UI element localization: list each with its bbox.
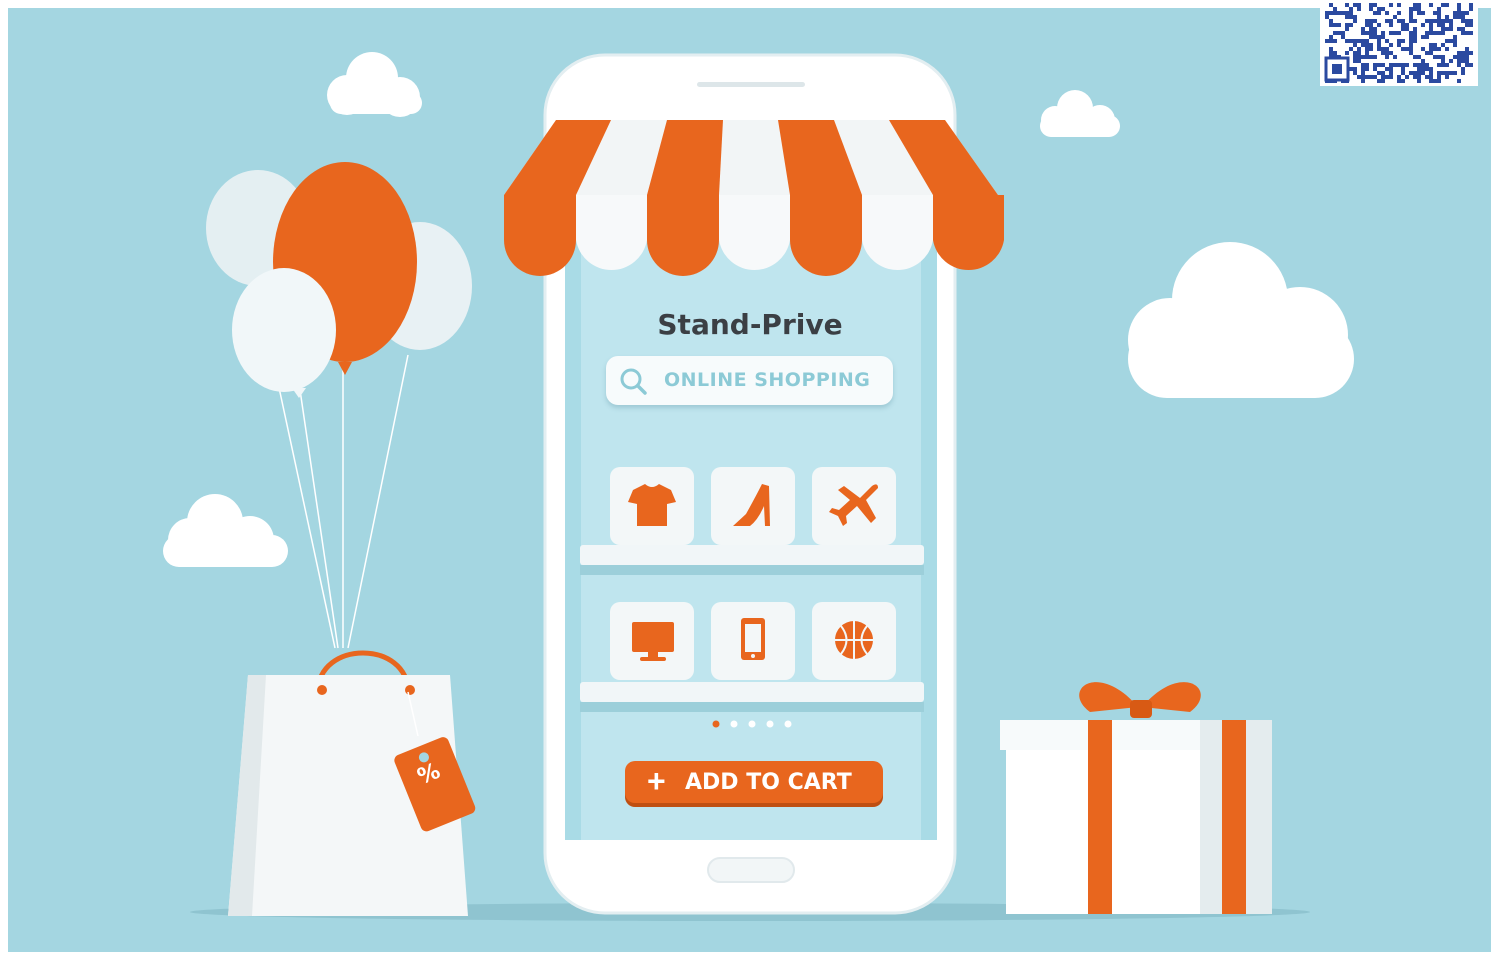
category-tile-phone[interactable] (711, 602, 795, 680)
carousel-dot[interactable] (748, 720, 756, 728)
carousel-dot[interactable] (784, 720, 792, 728)
category-tile-shoe[interactable] (711, 467, 795, 545)
plus-icon: + (647, 763, 666, 799)
add-to-cart-button[interactable]: + ADD TO CART (625, 761, 883, 803)
category-tile-sports[interactable] (812, 602, 896, 680)
shopping-scene (8, 8, 1491, 952)
store-brand-name: Stand-Prive (657, 308, 843, 341)
category-tile-tshirt[interactable] (610, 467, 694, 545)
qr-code[interactable] (1320, 0, 1478, 86)
search-icon (620, 368, 647, 395)
search-bar[interactable]: ONLINE SHOPPING (606, 356, 893, 405)
basketball-icon (835, 621, 873, 659)
carousel-dot[interactable] (766, 720, 774, 728)
search-label: ONLINE SHOPPING (664, 369, 871, 391)
carousel-dot[interactable] (730, 720, 738, 728)
category-tile-tv[interactable] (610, 602, 694, 680)
smartphone-icon (741, 618, 765, 660)
add-to-cart-label: ADD TO CART (685, 770, 852, 795)
carousel-dot-active[interactable] (712, 720, 720, 728)
category-tile-travel[interactable] (812, 467, 896, 545)
